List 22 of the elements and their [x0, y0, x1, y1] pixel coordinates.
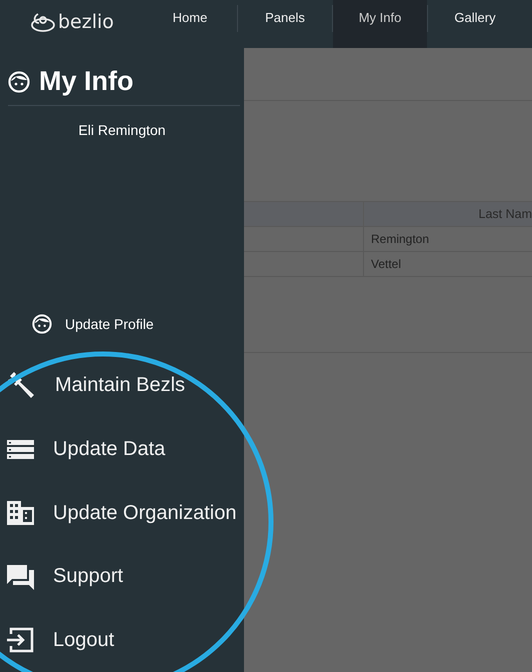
logo-text: bezlio	[58, 11, 114, 33]
menu-item[interactable]: Support	[0, 544, 124, 608]
menu-item[interactable]: Update Data	[0, 418, 166, 482]
nav-tab[interactable]: Panels	[238, 0, 332, 48]
wrench-icon	[7, 370, 37, 401]
menu-item[interactable]: Logout	[0, 608, 114, 672]
nav-tab[interactable]: Home	[143, 0, 237, 48]
nav-tab[interactable]: Gallery	[428, 0, 522, 48]
chat-icon	[7, 562, 35, 591]
face-icon	[8, 70, 30, 92]
update-profile-link[interactable]: Update Profile	[32, 310, 154, 338]
nav-tab[interactable]: My Info	[333, 0, 427, 48]
logout-icon	[7, 626, 35, 654]
table-cell-text: Remington	[370, 231, 430, 248]
table-cell-text: Vettel	[370, 256, 402, 273]
face-icon	[32, 314, 52, 334]
page-title: My Info	[39, 66, 134, 97]
user-name: Eli Remington	[77, 122, 167, 140]
menu-item[interactable]: Maintain Bezls	[0, 354, 186, 418]
logo-icon	[30, 11, 56, 33]
menu-item[interactable]: Update Organization	[0, 481, 236, 545]
building-icon	[7, 499, 35, 528]
